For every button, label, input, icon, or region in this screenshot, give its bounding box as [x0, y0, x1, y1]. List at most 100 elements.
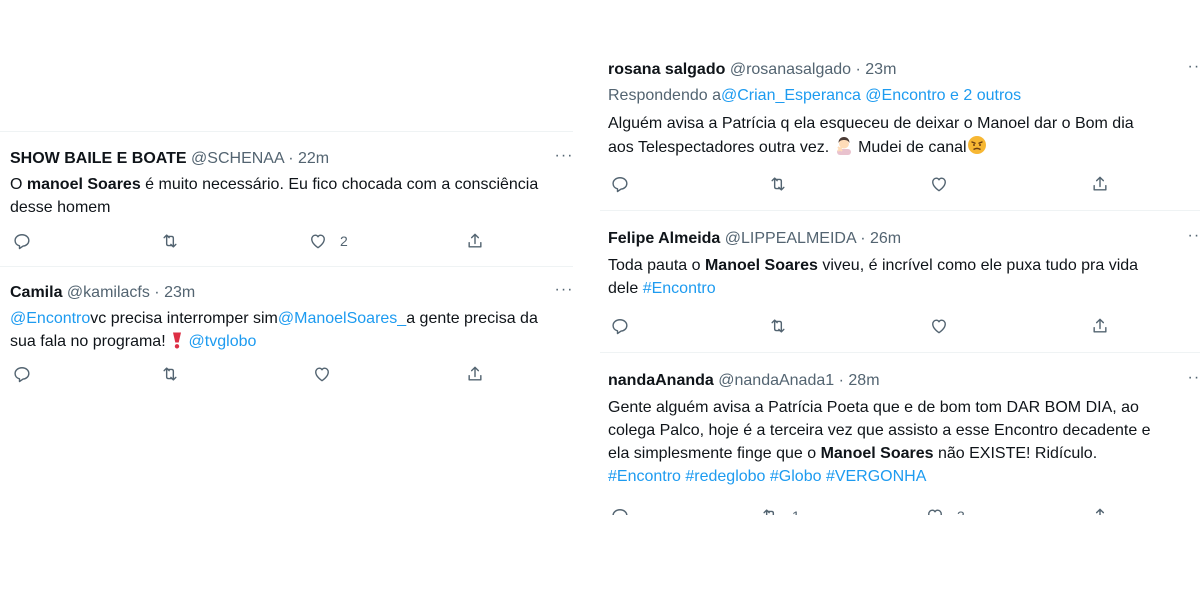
author-name[interactable]: SHOW BAILE E BOATE	[10, 150, 187, 167]
text-segment: dele	[608, 280, 643, 297]
author-handle[interactable]: @LIPPEALMEIDA	[725, 230, 856, 247]
tweet-actions: 1 3	[600, 504, 1200, 515]
retweet-icon	[763, 509, 775, 515]
tweet-header: Felipe Almeida @LIPPEALMEIDA · 26m	[608, 229, 901, 249]
angry-face-emoji	[967, 135, 987, 162]
author-name[interactable]: Felipe Almeida	[608, 230, 720, 247]
more-icon[interactable]: ···	[1186, 59, 1200, 80]
bold-mention: Manoel Soares	[820, 445, 934, 462]
text-segment: vc precisa interromper sim	[90, 310, 278, 327]
reply-button[interactable]	[12, 229, 32, 253]
text-segment: Mudei de canal	[858, 139, 967, 156]
hashtag-link[interactable]: #Encontro	[643, 280, 716, 297]
more-icon[interactable]: ···	[1186, 228, 1200, 249]
like-button[interactable]	[929, 314, 949, 338]
retweet-icon	[771, 319, 785, 333]
author-handle[interactable]: @rosanasalgado	[730, 61, 851, 78]
like-icon	[311, 234, 325, 249]
author-name[interactable]: rosana salgado	[608, 61, 725, 78]
tweet[interactable]: rosana salgado @rosanasalgado · 23m ··· …	[600, 52, 1200, 210]
tweet[interactable]: Felipe Almeida @LIPPEALMEIDA · 26m ··· T…	[600, 210, 1200, 352]
tweet-text-line: Toda pauta o Manoel Soares viveu, é incr…	[608, 254, 1138, 277]
author-handle[interactable]: @kamilacfs	[67, 284, 150, 301]
like-button[interactable]	[929, 172, 949, 196]
tweet-header: Camila @kamilacfs · 23m	[10, 283, 195, 303]
reply-button[interactable]	[610, 504, 630, 515]
mention-link[interactable]: @ManoelSoares_	[278, 310, 406, 327]
like-button[interactable]	[312, 362, 332, 386]
share-button[interactable]	[1090, 172, 1110, 196]
tweet[interactable]: nandaAnanda @nandaAnada1 · 28m ··· Gente…	[600, 352, 1200, 515]
timestamp[interactable]: 28m	[848, 372, 879, 389]
tweet-actions	[600, 172, 1200, 196]
share-button[interactable]	[1090, 314, 1110, 338]
like-button[interactable]: 3	[925, 504, 965, 515]
left-screenshot: SHOW BAILE E BOATE @SCHENAA · 22m ··· O …	[0, 131, 573, 401]
reply-icon	[612, 177, 628, 193]
retweet-button[interactable]	[768, 172, 788, 196]
share-icon	[1093, 176, 1107, 191]
retweet-button[interactable]	[160, 229, 180, 253]
tweet-actions: 2	[0, 229, 573, 253]
hashtag-line[interactable]: #Encontro #redeglobo #Globo #VERGONHA	[608, 465, 926, 488]
separator: ·	[855, 61, 861, 78]
retweet-button[interactable]: 1	[760, 504, 800, 515]
timestamp[interactable]: 26m	[870, 230, 901, 247]
timestamp[interactable]: 22m	[298, 150, 329, 167]
right-screenshot: rosana salgado @rosanasalgado · 23m ··· …	[600, 52, 1200, 515]
share-button[interactable]	[1090, 504, 1110, 515]
text-segment: Toda pauta o	[608, 257, 705, 274]
author-name[interactable]: Camila	[10, 284, 62, 301]
more-icon[interactable]: ···	[1186, 370, 1200, 391]
reply-icon	[14, 234, 30, 250]
like-icon	[315, 367, 329, 382]
share-button[interactable]	[465, 229, 485, 253]
bold-mention: manoel Soares	[26, 176, 141, 193]
tweet-text-line: ela simplesmente finge que o Manoel Soar…	[608, 442, 1097, 465]
tweet-text-line: sua fala no programa! @tvglobo	[10, 330, 256, 356]
tweet[interactable]: Camila @kamilacfs · 23m ··· @Encontrovc …	[0, 266, 573, 401]
timestamp[interactable]: 23m	[865, 61, 896, 78]
timestamp[interactable]: 23m	[164, 284, 195, 301]
retweet-count: 1	[792, 508, 800, 515]
text-segment: ela simplesmente finge que o	[608, 445, 821, 462]
tweet-text-line: desse homem	[10, 199, 111, 216]
like-count: 3	[957, 508, 965, 515]
retweet-icon	[771, 177, 785, 191]
tweet[interactable]: SHOW BAILE E BOATE @SCHENAA · 22m ··· O …	[0, 131, 573, 266]
separator: ·	[860, 230, 866, 247]
text-segment: a gente precisa da	[406, 310, 538, 327]
tweet-text-line: colega Palco, hoje é a terceira vez que …	[608, 422, 1151, 439]
mention-link[interactable]: @Encontro	[10, 310, 90, 327]
retweet-icon	[163, 234, 177, 248]
reply-icon	[612, 509, 628, 515]
mention-link[interactable]: @tvglobo	[189, 333, 257, 350]
text-segment: sua fala no programa!	[10, 333, 171, 350]
separator: ·	[288, 150, 294, 167]
reply-mentions[interactable]: @Crian_Esperanca @Encontro e 2 outros	[721, 87, 1021, 104]
separator: ·	[154, 284, 160, 301]
retweet-icon	[163, 367, 177, 381]
reply-button[interactable]	[610, 172, 630, 196]
retweet-button[interactable]	[160, 362, 180, 386]
like-button[interactable]: 2	[308, 229, 348, 253]
tweet-header: nandaAnanda @nandaAnada1 · 28m	[608, 371, 880, 391]
reply-prefix: Respondendo a	[608, 87, 721, 104]
author-handle[interactable]: @SCHENAA	[191, 150, 284, 167]
author-handle[interactable]: @nandaAnada1	[718, 372, 834, 389]
like-icon	[932, 319, 946, 334]
tweet-actions	[600, 314, 1200, 338]
tweet-text-line: aos Telespectadores outra vez. Mudei de …	[608, 135, 987, 162]
reply-button[interactable]	[12, 362, 32, 386]
tweet-text-line: dele #Encontro	[608, 277, 716, 300]
retweet-button[interactable]	[768, 314, 788, 338]
reply-button[interactable]	[610, 314, 630, 338]
share-icon	[468, 366, 482, 381]
more-icon[interactable]: ···	[553, 148, 573, 169]
author-name[interactable]: nandaAnanda	[608, 372, 714, 389]
share-button[interactable]	[465, 362, 485, 386]
tweet-text-line: @Encontrovc precisa interromper sim@Mano…	[10, 307, 538, 330]
more-icon[interactable]: ···	[553, 282, 573, 303]
tweet-text-line: O manoel Soares é muito necessário. Eu f…	[10, 173, 538, 196]
reply-icon	[612, 319, 628, 335]
